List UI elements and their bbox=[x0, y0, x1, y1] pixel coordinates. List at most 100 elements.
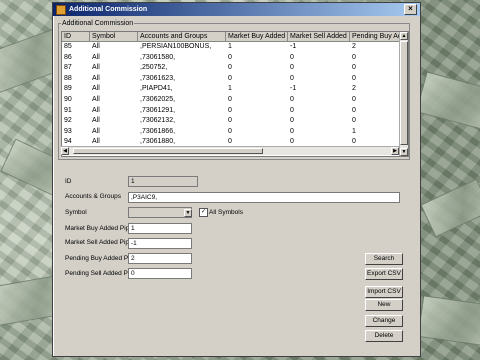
table-cell: ,73061580, bbox=[140, 53, 176, 61]
vertical-scroll-thumb[interactable] bbox=[400, 41, 408, 145]
table-cell: ,73061866, bbox=[140, 127, 176, 135]
table-cell: 0 bbox=[290, 117, 294, 125]
column-header[interactable]: Pending Buy Adde bbox=[350, 32, 400, 41]
symbol-label: Symbol bbox=[65, 209, 87, 216]
column-header[interactable]: Accounts and Groups bbox=[138, 32, 226, 41]
table-cell: 85 bbox=[64, 43, 72, 50]
table-cell: 1 bbox=[228, 43, 232, 50]
table-cell: 0 bbox=[352, 95, 356, 103]
horizontal-scroll-thumb[interactable] bbox=[73, 148, 263, 154]
table-row[interactable]: 91 All ,73061291, 0 0 0 bbox=[62, 106, 408, 117]
table-cell: 0 bbox=[290, 106, 294, 114]
table-body: 85 All ,PERSIAN100BONUS, 1 -1 2 86 All ,73061580… bbox=[62, 42, 408, 156]
table-cell: All bbox=[92, 127, 100, 135]
table-cell: 0 bbox=[352, 53, 356, 61]
table-cell: All bbox=[92, 74, 100, 82]
all-symbols-checkbox[interactable]: ✓ bbox=[199, 208, 208, 217]
table-cell: 0 bbox=[290, 74, 294, 82]
close-button[interactable]: × bbox=[404, 4, 417, 15]
table-cell: 0 bbox=[352, 106, 356, 114]
table-row[interactable]: 93 All ,73061866, 0 0 1 bbox=[62, 127, 408, 138]
scroll-up-icon[interactable]: ▲ bbox=[400, 32, 408, 40]
table-cell: 0 bbox=[290, 53, 294, 61]
background-bill bbox=[417, 295, 480, 347]
table-cell: 86 bbox=[64, 53, 72, 61]
delete-button[interactable]: Delete bbox=[365, 330, 403, 342]
column-header[interactable]: Symbol bbox=[90, 32, 138, 41]
table-cell: ,73062132, bbox=[140, 117, 176, 125]
table-cell: 0 bbox=[228, 64, 232, 72]
table-cell: 87 bbox=[64, 64, 72, 72]
table-cell: 0 bbox=[290, 127, 294, 135]
table-row[interactable]: 90 All ,73062025, 0 0 0 bbox=[62, 95, 408, 106]
table-header: ID Symbol Accounts and Groups Market Buy Ad… bbox=[62, 32, 408, 42]
title-bar[interactable]: Additional Commission × bbox=[53, 3, 420, 16]
market-buy-added-pip-field[interactable]: 1 bbox=[128, 223, 192, 234]
table-row[interactable]: 85 All ,PERSIAN100BONUS, 1 -1 2 bbox=[62, 42, 408, 53]
table-cell: 89 bbox=[64, 85, 72, 93]
change-button[interactable]: Change bbox=[365, 315, 403, 327]
scroll-right-icon[interactable]: ▶ bbox=[391, 147, 399, 155]
column-header[interactable]: ID bbox=[62, 32, 90, 41]
table-cell: All bbox=[92, 85, 100, 93]
column-header[interactable]: Market Buy Added Pip bbox=[226, 32, 288, 41]
import-csv-button[interactable]: Import CSV bbox=[365, 286, 403, 298]
table-cell: 92 bbox=[64, 117, 72, 125]
table-cell: ,73062025, bbox=[140, 95, 176, 103]
table-cell: 0 bbox=[290, 64, 294, 72]
table-cell: 88 bbox=[64, 74, 72, 82]
table-cell: ,250752, bbox=[140, 64, 168, 72]
table-cell: All bbox=[92, 117, 100, 125]
table-cell: 0 bbox=[228, 95, 232, 103]
pending-sell-added-pip-field[interactable]: 0 bbox=[128, 268, 192, 279]
symbol-select[interactable] bbox=[128, 207, 192, 218]
commission-table[interactable]: ID Symbol Accounts and Groups Market Buy Ad… bbox=[61, 31, 409, 157]
chevron-down-icon[interactable]: ▼ bbox=[184, 209, 192, 217]
table-cell: ,PIAPD41, bbox=[140, 85, 173, 93]
search-button[interactable]: Search bbox=[365, 253, 403, 265]
table-cell: 0 bbox=[352, 64, 356, 72]
scroll-left-icon[interactable]: ◀ bbox=[61, 147, 69, 155]
pending-buy-added-pip-field[interactable]: 2 bbox=[128, 253, 192, 264]
table-row[interactable]: 87 All ,250752, 0 0 0 bbox=[62, 63, 408, 74]
pending-sell-added-pip-label: Pending Sell Added Pip bbox=[65, 270, 133, 277]
table-cell: 0 bbox=[228, 127, 232, 135]
column-header[interactable]: Market Sell Added Pip bbox=[288, 32, 350, 41]
vertical-scrollbar[interactable]: ▲ ▼ bbox=[399, 32, 408, 156]
window-title: Additional Commission bbox=[69, 6, 148, 13]
table-cell: -1 bbox=[290, 85, 297, 93]
table-row[interactable]: 92 All ,73062132, 0 0 0 bbox=[62, 116, 408, 127]
table-cell: 90 bbox=[64, 95, 72, 103]
horizontal-scrollbar[interactable]: ◀ ▶ bbox=[61, 146, 399, 155]
new-button[interactable]: New bbox=[365, 299, 403, 311]
table-cell: 93 bbox=[64, 127, 72, 135]
table-cell: 0 bbox=[228, 74, 232, 82]
scroll-down-icon[interactable]: ▼ bbox=[400, 148, 408, 156]
market-buy-added-pip-label: Market Buy Added Pip bbox=[65, 225, 130, 232]
table-row[interactable]: 89 All ,PIAPD41, 1 -1 2 bbox=[62, 84, 408, 95]
id-field: 1 bbox=[128, 176, 198, 187]
id-label: ID bbox=[65, 178, 72, 185]
table-cell: ,PERSIAN100BONUS, bbox=[140, 43, 212, 50]
table-cell: 91 bbox=[64, 106, 72, 114]
table-cell: 0 bbox=[352, 74, 356, 82]
accounts-field[interactable]: ,P3AIC9, bbox=[128, 192, 400, 203]
pending-buy-added-pip-label: Pending Buy Added Pip bbox=[65, 255, 134, 262]
table-cell: ,73061623, bbox=[140, 74, 176, 82]
background-bill bbox=[420, 178, 480, 238]
table-cell: 0 bbox=[228, 106, 232, 114]
table-cell: -1 bbox=[290, 43, 297, 50]
table-row[interactable]: 88 All ,73061623, 0 0 0 bbox=[62, 74, 408, 85]
market-sell-added-pip-field[interactable]: -1 bbox=[128, 238, 192, 249]
export-csv-button[interactable]: Export CSV bbox=[365, 268, 403, 280]
table-cell: 0 bbox=[228, 117, 232, 125]
table-row[interactable]: 86 All ,73061580, 0 0 0 bbox=[62, 53, 408, 64]
market-sell-added-pip-label: Market Sell Added Pip bbox=[65, 239, 129, 246]
table-cell: All bbox=[92, 95, 100, 103]
additional-commission-window: Additional Commission × Additional Commi… bbox=[52, 2, 421, 357]
table-cell: ,73061291, bbox=[140, 106, 176, 114]
app-icon bbox=[56, 4, 66, 15]
table-cell: All bbox=[92, 43, 100, 50]
table-cell: All bbox=[92, 106, 100, 114]
table-cell: 1 bbox=[352, 127, 356, 135]
